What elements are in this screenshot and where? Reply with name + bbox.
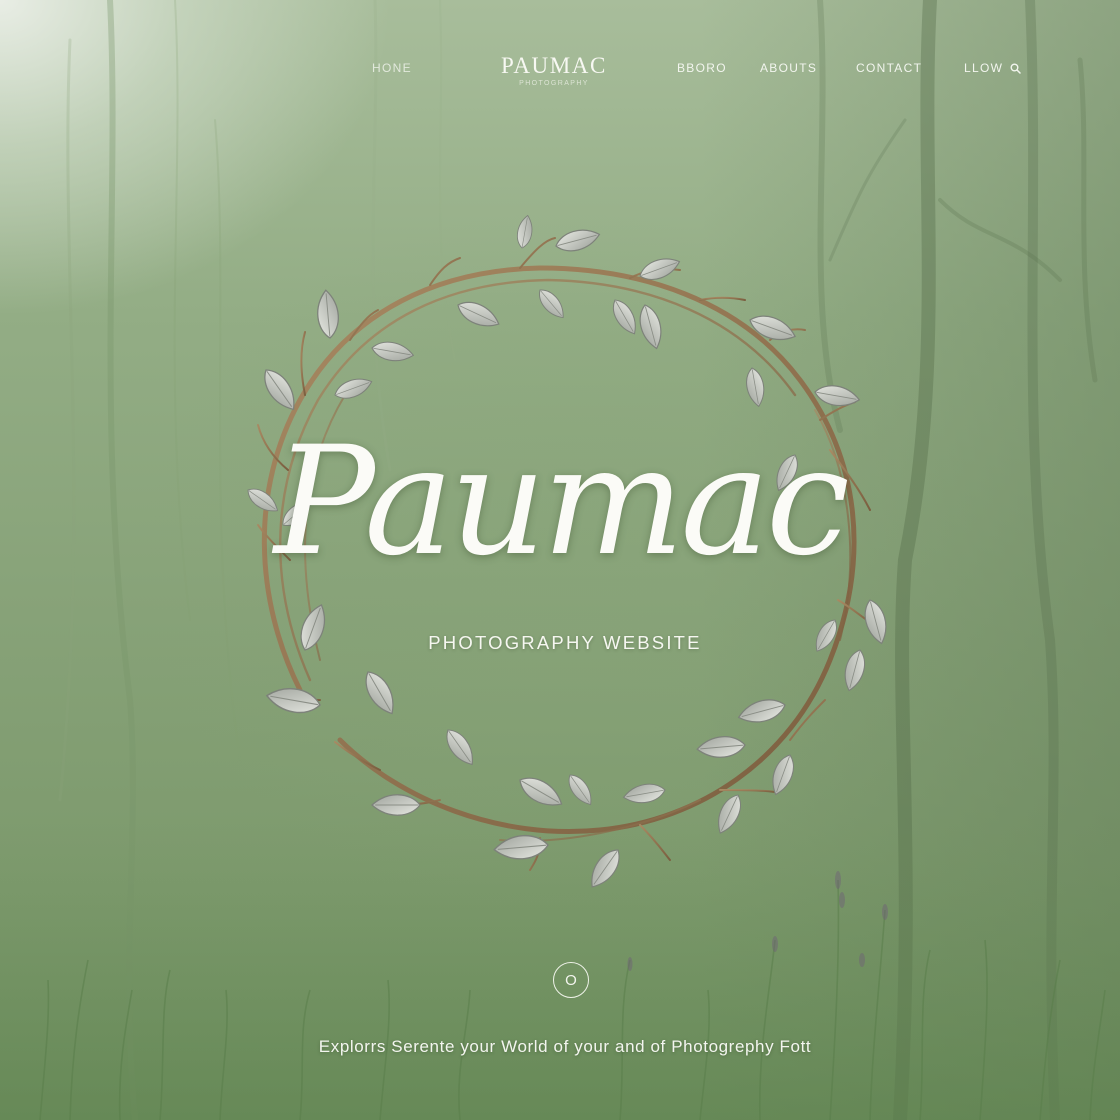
hero-section: Paumac PHOTOGRAPHY WEBSITE O Explorrs Se…	[0, 0, 1120, 1120]
hero-title: Paumac	[274, 415, 850, 589]
hero-subtitle: PHOTOGRAPHY WEBSITE	[428, 632, 702, 653]
scroll-down-button[interactable]: O	[553, 962, 589, 998]
scroll-button-label: O	[565, 971, 577, 989]
hero-caption: Explorrs Serente your World of your and …	[318, 1037, 812, 1056]
